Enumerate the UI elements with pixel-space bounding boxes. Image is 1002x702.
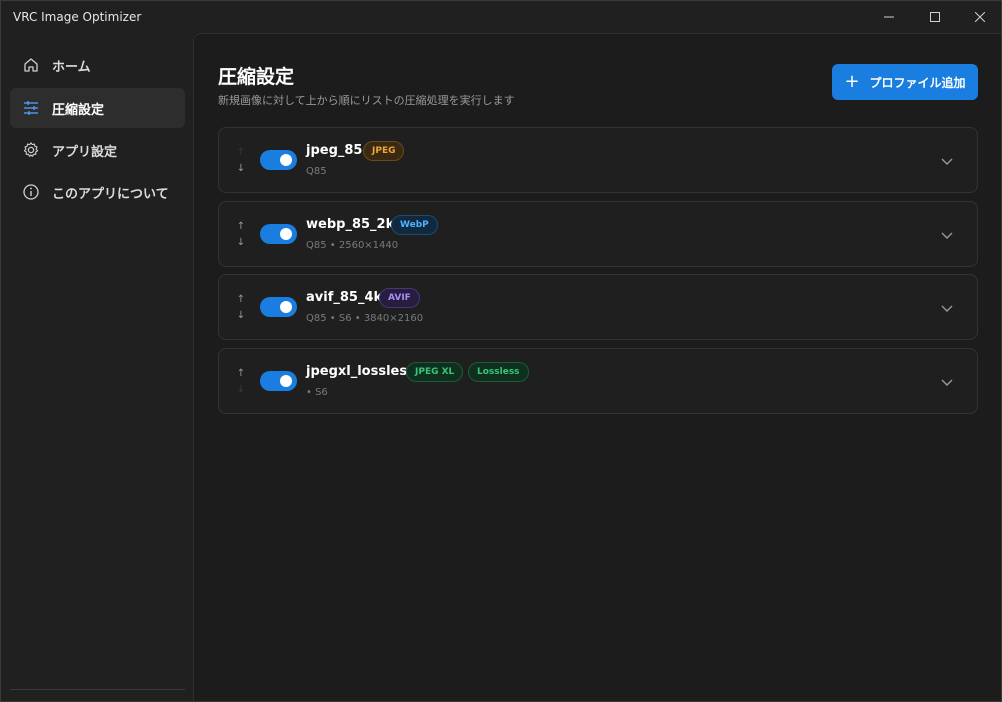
plus-icon: +	[844, 71, 860, 92]
format-badge: JPEG	[363, 141, 405, 161]
move-down-icon[interactable]: ↓	[236, 382, 246, 398]
profile-meta: Q85 • S6 • 3840×2160	[306, 313, 424, 324]
move-up-icon[interactable]: ↑	[236, 292, 246, 308]
profile-meta: Q85	[306, 166, 327, 177]
sidebar-item-label: このアプリについて	[52, 187, 169, 202]
reorder-arrows: ↑ ↓	[236, 219, 246, 251]
home-icon	[24, 58, 38, 72]
profile-enable-toggle[interactable]	[260, 224, 297, 244]
profile-card-webp_85_2k[interactable]: ↑ ↓ webp_85_2k WebP Q85 • 2560×1440	[218, 201, 978, 267]
sidebar-item-app-settings[interactable]: アプリ設定	[10, 130, 185, 170]
sidebar-item-about[interactable]: このアプリについて	[10, 172, 185, 212]
profile-meta: Q85 • 2560×1440	[306, 240, 399, 251]
chevron-down-icon[interactable]	[939, 300, 955, 316]
chevron-down-icon[interactable]	[939, 227, 955, 243]
info-icon	[23, 184, 39, 200]
gear-icon	[23, 142, 39, 157]
sidebar-item-label: アプリ設定	[52, 145, 118, 160]
sidebar-item-home[interactable]: ホーム	[10, 45, 185, 85]
main-content: 圧縮設定 新規画像に対して上から順にリストの圧縮処理を実行します + プロファイ…	[193, 33, 1001, 701]
move-down-icon[interactable]: ↓	[236, 161, 246, 177]
title-bar[interactable]: VRC Image Optimizer	[1, 1, 1001, 33]
page-title: 圧縮設定	[218, 66, 295, 88]
close-icon	[975, 12, 985, 22]
move-up-icon[interactable]: ↑	[236, 145, 246, 161]
profile-meta: • S6	[306, 387, 328, 398]
maximize-button[interactable]	[912, 1, 958, 33]
page-subtitle: 新規画像に対して上から順にリストの圧縮処理を実行します	[218, 94, 515, 107]
move-down-icon[interactable]: ↓	[236, 235, 246, 251]
profile-card-jpegxl_lossless[interactable]: ↑ ↓ jpegxl_lossless JPEG XL Lossless • S…	[218, 348, 978, 414]
sidebar: ホーム 圧縮設定 アプリ設定 このアプリについて	[1, 33, 193, 701]
format-badge: AVIF	[379, 288, 420, 308]
profile-name: jpeg_85	[306, 143, 363, 158]
maximize-icon	[930, 12, 940, 22]
close-button[interactable]	[957, 1, 1002, 33]
app-window: VRC Image Optimizer ホーム 圧縮設定 アプリ設定 このアプリ…	[0, 0, 1002, 702]
app-title: VRC Image Optimizer	[13, 10, 142, 24]
add-profile-button[interactable]: + プロファイル追加	[832, 64, 978, 100]
format-badge: WebP	[391, 215, 438, 235]
move-up-icon[interactable]: ↑	[236, 366, 246, 382]
profile-name: jpegxl_lossless	[306, 364, 415, 379]
minimize-button[interactable]	[866, 1, 912, 33]
sidebar-divider	[10, 689, 185, 690]
move-down-icon[interactable]: ↓	[236, 308, 246, 324]
profile-enable-toggle[interactable]	[260, 371, 297, 391]
sidebar-item-label: ホーム	[52, 60, 91, 75]
sidebar-item-compression[interactable]: 圧縮設定	[10, 88, 185, 128]
chevron-down-icon[interactable]	[939, 153, 955, 169]
add-profile-label: プロファイル追加	[869, 75, 966, 90]
profile-card-avif_85_4k[interactable]: ↑ ↓ avif_85_4k AVIF Q85 • S6 • 3840×2160	[218, 274, 978, 340]
sidebar-item-label: 圧縮設定	[52, 103, 105, 118]
format-badge: JPEG XL	[406, 362, 464, 382]
reorder-arrows: ↑ ↓	[236, 145, 246, 177]
chevron-down-icon[interactable]	[939, 374, 955, 390]
profile-name: webp_85_2k	[306, 217, 395, 232]
profile-name: avif_85_4k	[306, 290, 383, 305]
lossless-badge: Lossless	[468, 362, 529, 382]
profile-enable-toggle[interactable]	[260, 150, 297, 170]
move-up-icon[interactable]: ↑	[236, 219, 246, 235]
reorder-arrows: ↑ ↓	[236, 292, 246, 324]
profile-card-jpeg_85[interactable]: ↑ ↓ jpeg_85 JPEG Q85	[218, 127, 978, 193]
reorder-arrows: ↑ ↓	[236, 366, 246, 398]
sliders-icon	[24, 101, 38, 115]
profile-enable-toggle[interactable]	[260, 297, 297, 317]
minimize-icon	[884, 16, 894, 18]
